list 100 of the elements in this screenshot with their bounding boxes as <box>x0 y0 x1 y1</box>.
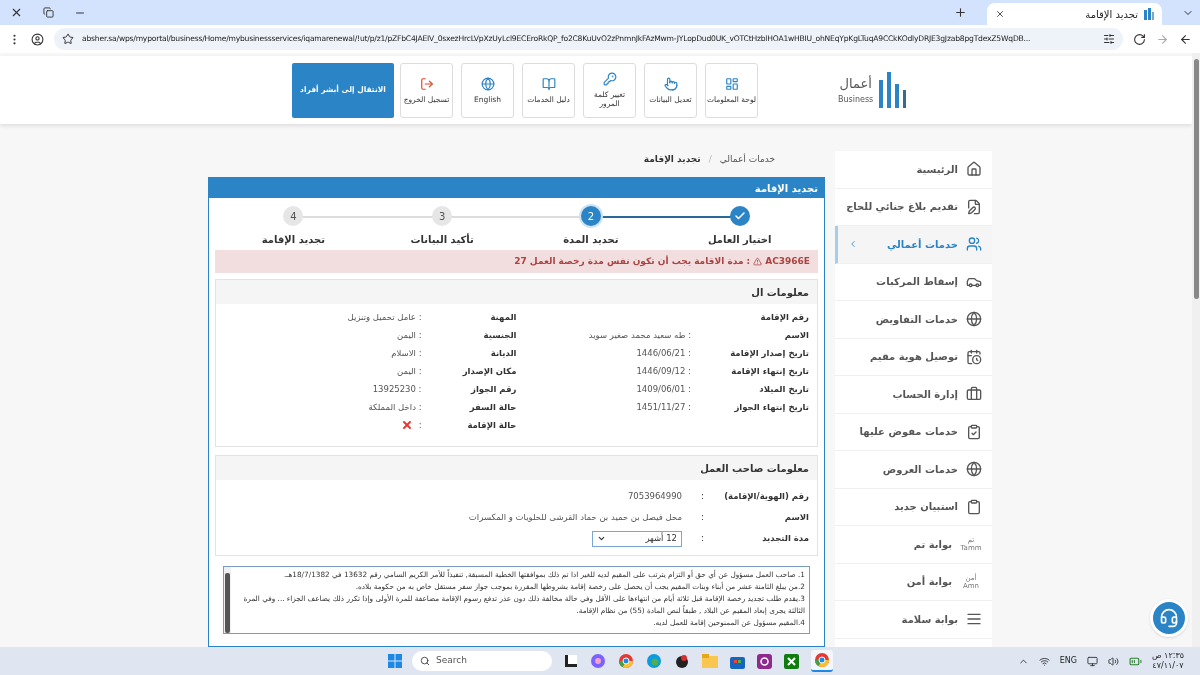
field-label: رقم الجواز <box>469 382 517 396</box>
field-label: الجنسية <box>482 328 517 342</box>
warning-icon <box>753 257 763 266</box>
app-icon[interactable] <box>674 653 690 669</box>
clock[interactable]: ١٢:٣٥ ص ٤٧/١١/٠٧ <box>1151 651 1184 671</box>
browser-tab[interactable]: تجديد الإقامة <box>987 3 1162 25</box>
clipboard-icon <box>966 498 982 515</box>
pointer-icon <box>663 76 678 91</box>
start-icon[interactable] <box>388 654 402 668</box>
field-label: الاسم <box>783 328 809 342</box>
back-icon[interactable] <box>1179 32 1192 46</box>
address-bar[interactable] <box>54 28 1123 50</box>
field-value: : <box>418 418 422 432</box>
field-label: رقم الإقامة <box>759 310 809 324</box>
site-settings-icon[interactable] <box>1103 33 1115 45</box>
field-value: : 1446/09/12 <box>636 364 691 378</box>
sidebar-item[interactable]: خدمات العروض <box>835 451 992 489</box>
search-field[interactable]: Search <box>412 651 552 671</box>
section-title: معلومات ال <box>751 285 809 300</box>
restore-icon[interactable] <box>43 7 54 18</box>
sidebar-item[interactable]: استبيان جديد <box>835 488 992 526</box>
close-icon[interactable] <box>10 6 23 19</box>
field-value: : 1409/06/01 <box>636 382 691 396</box>
field-label: تاريخ إصدار الإقامة <box>729 346 809 360</box>
app-icon[interactable] <box>757 653 772 669</box>
step-number: 2 <box>587 209 595 224</box>
field-label: حالة الإقامة <box>466 418 517 432</box>
home-icon <box>966 161 982 178</box>
book-icon <box>541 76 556 91</box>
people-icon <box>966 236 982 253</box>
field-value: محل فيصل بن حميد بن حماد القرشى للحلويات و المكسرات <box>468 511 682 524</box>
sidebar-item[interactable]: إدارة الحساب <box>835 376 992 414</box>
support-chat-button[interactable] <box>1150 599 1188 637</box>
field-label: الاسم <box>783 511 809 524</box>
chevron-icon <box>848 239 858 250</box>
duration-select[interactable]: 12 أشهر <box>592 530 682 547</box>
field-value: : طه سعيد محمد صغير سويد <box>588 328 691 342</box>
browser-icon[interactable] <box>618 653 634 669</box>
dashboard-icon <box>724 76 739 91</box>
globe-icon <box>966 461 982 478</box>
field-value: : عامل تحميل وتنزيل <box>347 310 422 324</box>
sidebar-item[interactable]: خدمات أعمالي <box>835 226 992 264</box>
search-icon <box>420 656 430 666</box>
step-label: تحديد المدة <box>563 233 619 247</box>
field-label: تاريخ إنتهاء الإقامة <box>730 364 809 378</box>
browser-icon[interactable] <box>811 650 833 672</box>
step-label: اختيار العامل <box>707 233 772 247</box>
field-value: : الاسلام <box>391 346 422 360</box>
bookmark-icon[interactable] <box>62 33 74 45</box>
headset-icon <box>1159 608 1179 628</box>
field-label: تاريخ الميلاد <box>758 382 809 396</box>
caret-icon <box>597 534 606 543</box>
section-title: معلومات صاحب العمل <box>700 461 809 476</box>
step-label: تأكيد البيانات <box>410 232 474 247</box>
sidebar-item[interactable]: الرئيسية <box>835 151 992 189</box>
game-icon[interactable] <box>784 653 799 669</box>
error-message: : مدة الاقامة يجب أن تكون نفس مدة رخصة العمل 27 <box>514 254 751 269</box>
language-indicator[interactable]: ENG <box>1059 655 1077 667</box>
field-label: المهنة <box>489 310 517 324</box>
field-value: : اليمن <box>397 364 422 378</box>
field-colon: : <box>699 510 704 524</box>
field-label: مدة التجديد <box>761 532 809 545</box>
sidebar-item[interactable]: خدمات التفاويض <box>835 301 992 339</box>
scrollbar[interactable] <box>1192 53 1200 647</box>
logout-icon <box>419 76 434 91</box>
sidebar-item[interactable]: بوابة سلامة <box>835 601 992 639</box>
globe-icon <box>966 311 982 328</box>
field-label: رقم (الهوية/الإقامة) <box>723 490 809 503</box>
field-value: : اليمن <box>397 328 422 342</box>
reload-icon[interactable] <box>1133 32 1146 46</box>
tab-title: تجديد الإقامة <box>1085 7 1138 22</box>
close-icon[interactable] <box>995 9 1005 19</box>
logo-subtitle: Business <box>838 93 874 106</box>
step-number: 4 <box>290 209 297 224</box>
scrollbar[interactable] <box>224 567 231 633</box>
field-colon: : <box>699 531 704 545</box>
briefcase-icon <box>966 386 982 403</box>
app-icon[interactable] <box>564 654 578 668</box>
clipboard-icon <box>966 423 982 440</box>
monitor-icon[interactable] <box>1086 655 1098 667</box>
volume-icon[interactable] <box>1107 655 1119 667</box>
sidebar-item[interactable]: إسقاط المركبات <box>835 263 992 301</box>
step-number: 3 <box>438 209 446 224</box>
sidebar-item[interactable]: خدمات مفوض عليها <box>835 413 992 451</box>
profile-icon[interactable] <box>31 32 44 46</box>
field-value: 7053964990 <box>627 490 682 503</box>
sidebar-item[interactable]: توصيل هوية مقيم <box>835 338 992 376</box>
field-label: تاريخ إنتهاء الجواز <box>733 400 809 414</box>
logo-text: أعمال <box>839 74 872 94</box>
field-label: مكان الإصدار <box>461 364 517 378</box>
logo-icon <box>1144 8 1154 20</box>
calendar-icon <box>966 348 982 365</box>
network-icon[interactable] <box>1038 655 1050 667</box>
breadcrumb-link[interactable]: خدمات أعمالي <box>719 153 775 167</box>
field-value: : 1446/06/21 <box>636 346 691 360</box>
step-label: تجديد الإقامة <box>261 233 325 247</box>
breadcrumb-current: تجديد الإقامة <box>643 153 701 167</box>
document-icon <box>966 198 982 215</box>
new-tab-icon[interactable] <box>954 6 967 19</box>
error-code: AC3966E <box>765 254 810 268</box>
